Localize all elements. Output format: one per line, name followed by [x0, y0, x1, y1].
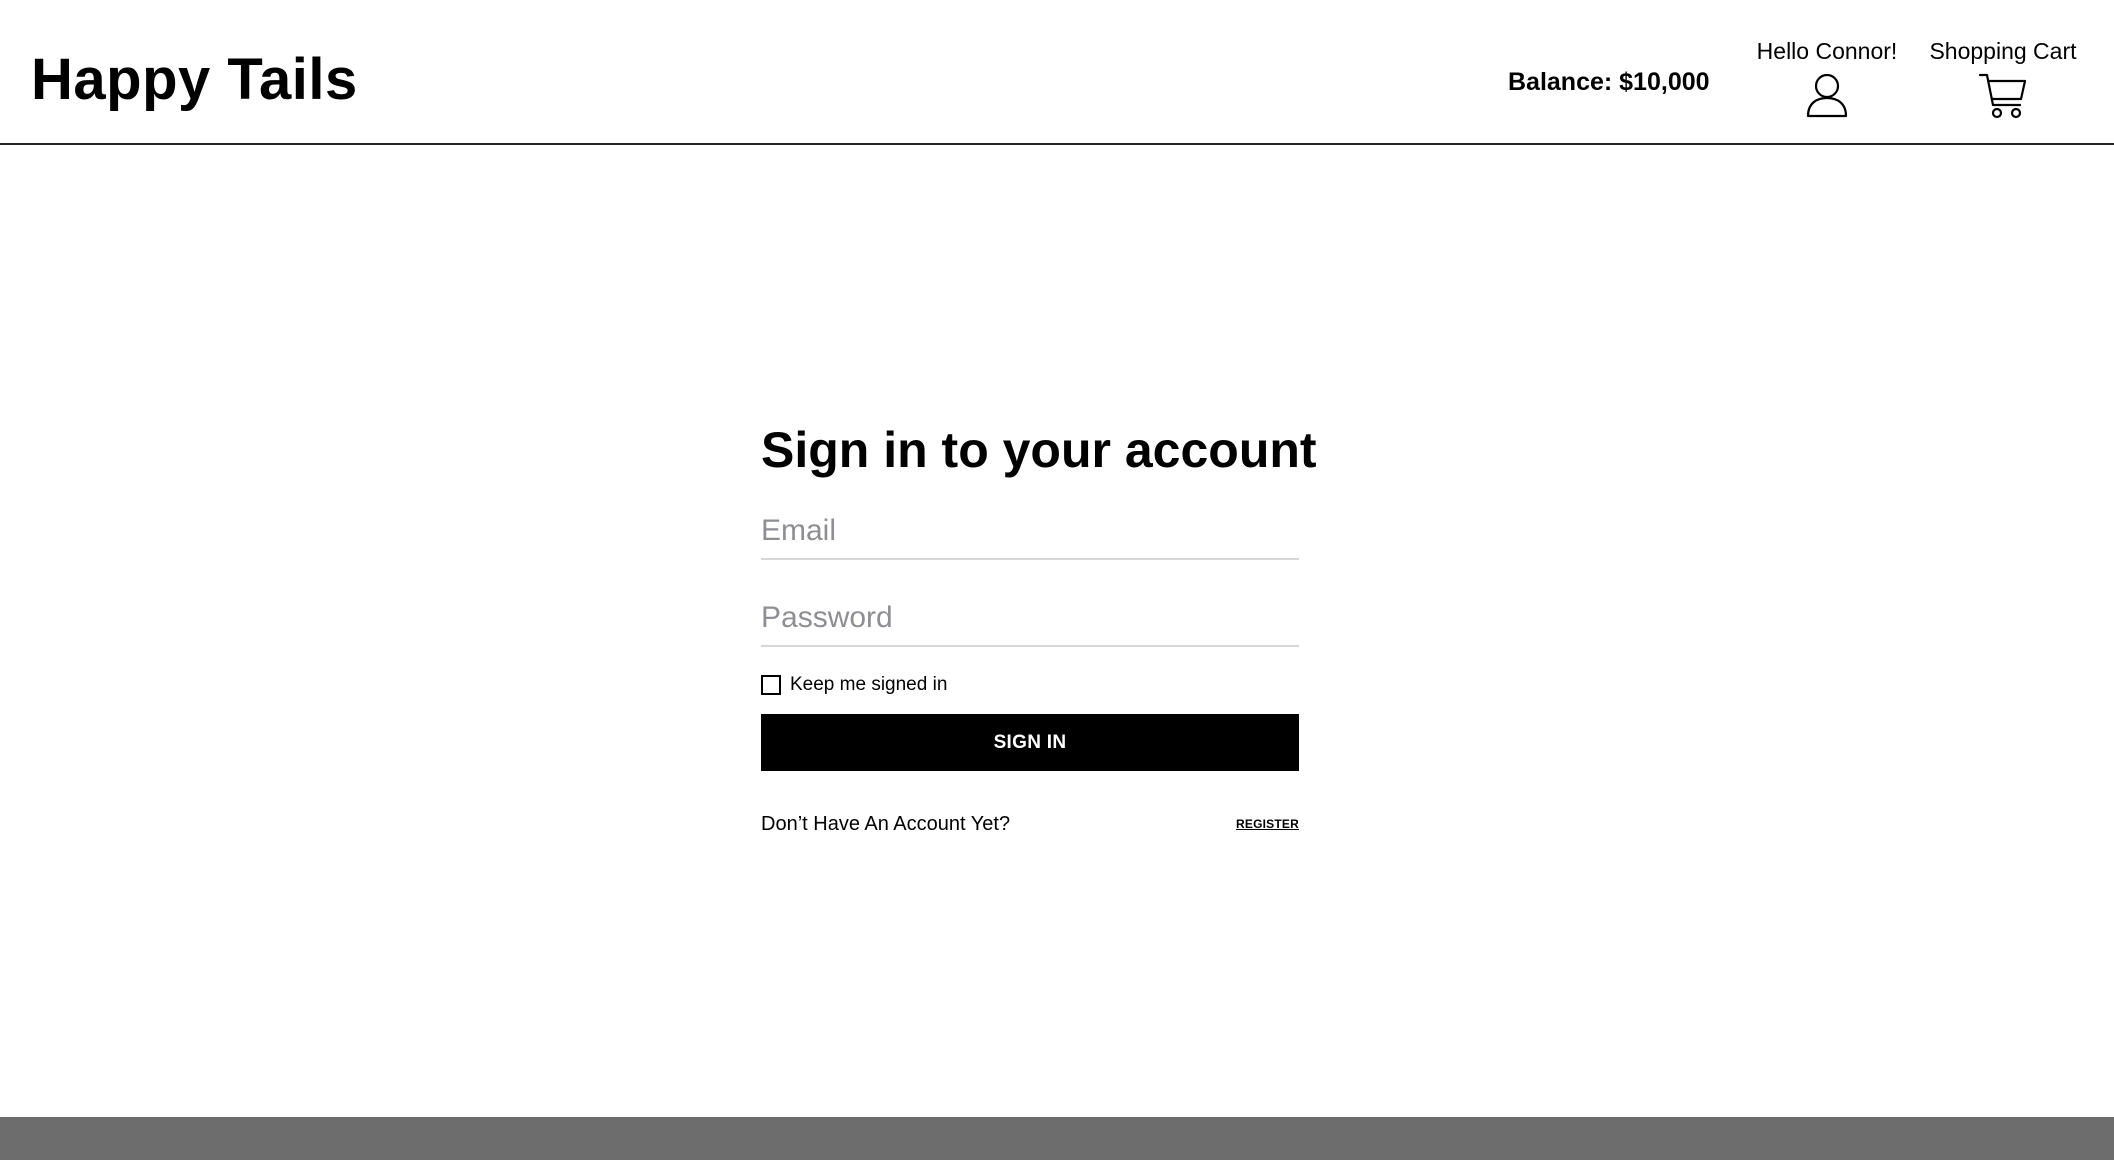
- no-account-text: Don’t Have An Account Yet?: [761, 813, 1011, 835]
- sign-in-button[interactable]: SIGN IN: [761, 714, 1299, 771]
- user-greeting: Hello Connor!: [1756, 38, 1898, 64]
- signin-form: Sign in to your account Keep me signed i…: [761, 418, 1317, 837]
- user-account-link[interactable]: Hello Connor!: [1745, 36, 1909, 120]
- user-icon: [1806, 73, 1848, 118]
- shopping-cart-icon: [1978, 73, 2027, 119]
- site-footer: [0, 1117, 2114, 1160]
- signin-title: Sign in to your account: [761, 422, 1317, 478]
- page: Happy Tails Balance: $10,000 Hello Conno…: [0, 0, 2114, 1160]
- shopping-cart-link[interactable]: Shopping Cart: [1925, 36, 2081, 120]
- keep-signed-in-label: Keep me signed in: [790, 674, 948, 695]
- keep-signed-in-option[interactable]: Keep me signed in: [761, 673, 1299, 697]
- email-field-wrapper: [761, 504, 1299, 560]
- password-input[interactable]: [761, 591, 1299, 645]
- site-header: Happy Tails Balance: $10,000 Hello Conno…: [0, 0, 2114, 145]
- password-field-wrapper: [761, 591, 1299, 647]
- balance-display: Balance: $10,000: [1508, 68, 1710, 96]
- register-link[interactable]: REGISTER: [1236, 817, 1299, 831]
- keep-signed-in-checkbox[interactable]: [761, 675, 781, 695]
- register-row: Don’t Have An Account Yet? REGISTER: [761, 811, 1299, 837]
- shopping-cart-label: Shopping Cart: [1929, 38, 2077, 64]
- brand-logo[interactable]: Happy Tails: [31, 44, 358, 116]
- email-input[interactable]: [761, 504, 1299, 558]
